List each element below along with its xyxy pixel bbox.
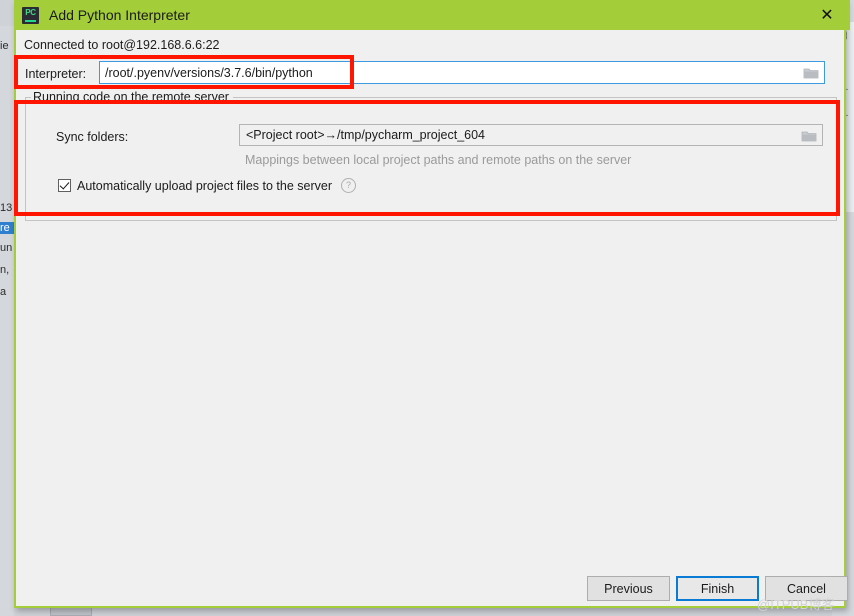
background-text-fragment: a <box>0 286 7 298</box>
dialog-titlebar: PC Add Python Interpreter ✕ <box>14 0 850 30</box>
interpreter-input[interactable]: /root/.pyenv/versions/3.7.6/bin/python <box>99 61 825 84</box>
folder-icon[interactable] <box>803 66 819 80</box>
sync-folders-value: <Project root>→/tmp/pycharm_project_604 <box>246 128 486 142</box>
add-python-interpreter-dialog: PC Add Python Interpreter ✕ Connected to… <box>14 0 850 608</box>
mappings-hint-text: Mappings between local project paths and… <box>245 153 632 167</box>
dialog-title: Add Python Interpreter <box>49 7 190 23</box>
background-text-fragment: ie <box>0 40 9 52</box>
watermark: @ITPUB博客 <box>757 597 835 612</box>
pycharm-icon: PC <box>22 6 39 24</box>
background-selected-item: re <box>0 222 14 234</box>
sync-folders-label: Sync folders: <box>56 130 129 144</box>
folder-icon[interactable] <box>801 129 817 143</box>
sync-folders-input[interactable]: <Project root>→/tmp/pycharm_project_604 <box>239 124 823 146</box>
background-text-fragment: 13 <box>0 202 13 214</box>
finish-button[interactable]: Finish <box>676 576 759 601</box>
background-text-fragment: un <box>0 242 13 254</box>
previous-button[interactable]: Previous <box>587 576 670 601</box>
remote-server-group-title: Running code on the remote server <box>31 90 233 104</box>
auto-upload-checkbox[interactable] <box>58 179 71 192</box>
background-left-strip: ie 13 re un n, a <box>0 26 14 616</box>
remote-server-group: Running code on the remote server Sync f… <box>25 90 837 221</box>
help-icon[interactable]: ? <box>341 178 356 193</box>
pycharm-icon-bar <box>25 19 36 22</box>
dialog-body: Connected to root@192.168.6.6:22 Interpr… <box>16 30 848 606</box>
close-icon[interactable]: ✕ <box>804 0 850 30</box>
screen: ie 13 re un n, a ▦ — — ▲ ● PC Add Python… <box>0 0 854 616</box>
connection-status-label: Connected to root@192.168.6.6:22 <box>24 38 220 52</box>
background-text-fragment: n, <box>0 264 10 276</box>
interpreter-label: Interpreter: <box>25 67 87 81</box>
auto-upload-label: Automatically upload project files to th… <box>77 178 332 193</box>
auto-upload-row[interactable]: Automatically upload project files to th… <box>58 178 356 193</box>
pycharm-icon-text: PC <box>25 7 36 17</box>
interpreter-value: /root/.pyenv/versions/3.7.6/bin/python <box>105 65 313 80</box>
